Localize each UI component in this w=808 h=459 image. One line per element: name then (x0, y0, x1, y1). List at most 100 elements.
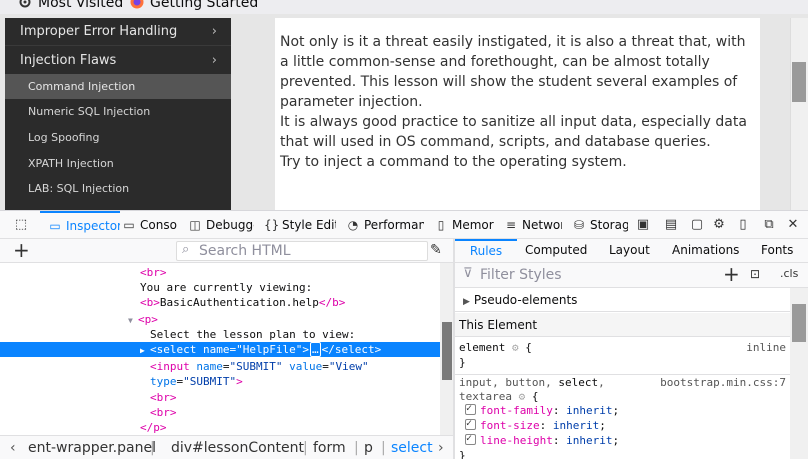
tab-network[interactable]: ≡ Network (504, 211, 562, 239)
rule-gear-icon[interactable]: ⚙ (519, 390, 526, 403)
debugger-icon: ◫ (189, 218, 201, 232)
tab-performance[interactable]: ◔ Performance (346, 211, 424, 239)
breadcrumb-separator: | (354, 440, 359, 456)
node-tag: </p> (140, 421, 167, 434)
rule-declaration[interactable]: font-size: inherit; (455, 416, 790, 433)
bookmark-getting-started[interactable]: Getting Started (130, 0, 258, 11)
page-scrollbar[interactable] (790, 18, 808, 210)
sidebar-subitem-log-spoofing[interactable]: Log Spoofing (5, 125, 231, 150)
toggle-classes-button[interactable]: .cls (780, 267, 798, 280)
breadcrumb-item[interactable]: ent-wrapper.panel (28, 436, 156, 459)
element-picker-icon[interactable]: ⬚ (14, 218, 28, 232)
tab-label: Performance (364, 218, 424, 232)
rule-declaration[interactable]: font-family: inherit; (455, 401, 790, 418)
markup-node-continuation[interactable]: type="SUBMIT"> (0, 374, 440, 389)
breadcrumb-scroll-right-icon[interactable]: › (438, 436, 444, 459)
node-attr-value: "SUBMIT" (183, 375, 237, 388)
tab-debugger[interactable]: ◫ Debugger (188, 211, 254, 239)
markup-node-selected[interactable]: ▶ <select name="HelpFile">… </select> (0, 342, 440, 357)
sidebar-item-label: Injection Flaws (20, 53, 117, 68)
markup-node[interactable]: </p> (0, 420, 440, 435)
element-rule-selector[interactable]: element ⚙ { inline (455, 340, 790, 355)
tab-label: Console (140, 218, 178, 232)
page-scrollbar-thumb[interactable] (792, 62, 806, 102)
rules-scrollbar-thumb[interactable] (792, 304, 806, 342)
markup-node[interactable]: ▼ <p> (0, 312, 440, 327)
declaration-value: inherit (566, 434, 613, 447)
sidebar-subitem-command-injection[interactable]: Command Injection (5, 74, 231, 99)
twisty-expanded-icon[interactable]: ▼ (128, 313, 138, 328)
filter-styles-input[interactable] (480, 265, 710, 285)
tab-layout[interactable]: Layout (609, 239, 650, 262)
pseudo-elements-toggle[interactable]: ▶ Pseudo-elements (455, 288, 790, 312)
sidebar-item-improper-error-handling[interactable]: Improper Error Handling › (5, 18, 231, 46)
rule-source-link[interactable]: bootstrap.min.css:7 (660, 375, 786, 390)
rule-selector: element (459, 341, 506, 354)
markup-node[interactable]: <br> (0, 390, 440, 405)
node-tag: <p> (138, 313, 158, 326)
tab-memory[interactable]: ▯ Memory (434, 211, 494, 239)
tab-computed[interactable]: Computed (525, 239, 587, 262)
sidebar-subitem-xpath-injection[interactable]: XPATH Injection (5, 151, 231, 176)
tab-label: Storage (590, 218, 628, 232)
undock-window-icon[interactable]: ⧉ (762, 218, 776, 232)
screenshot-icon[interactable]: ▢ (690, 218, 704, 232)
breadcrumb-item-selected[interactable]: select (391, 436, 433, 459)
markup-node[interactable]: Select the lesson plan to view: (0, 327, 440, 342)
add-rule-icon[interactable]: + (723, 263, 740, 285)
twisty-collapsed-icon[interactable]: ▶ (140, 343, 150, 358)
split-console-icon[interactable]: ▤ (664, 218, 678, 232)
settings-gear-icon[interactable]: ⚙ (712, 218, 726, 232)
markup-node[interactable]: <b>BasicAuthentication.help</b> (0, 295, 440, 310)
bookmarks-toolbar: Most Visited Getting Started (0, 0, 808, 14)
close-icon[interactable]: ✕ (786, 218, 800, 232)
sidebar-item-injection-flaws[interactable]: Injection Flaws › (5, 47, 231, 75)
rule-gear-icon[interactable]: ⚙ (512, 341, 519, 354)
markup-node[interactable]: You are currently viewing: (0, 280, 440, 295)
collapsed-children-badge[interactable]: … (309, 342, 321, 357)
tab-fonts[interactable]: Fonts (761, 239, 793, 262)
rule-declaration[interactable]: line-height: inherit; (455, 431, 790, 448)
tab-style-editor[interactable]: {}Style Editor (264, 211, 336, 239)
bootstrap-rule-selector[interactable]: input, button, select, bootstrap.min.css… (455, 375, 790, 390)
tab-console[interactable]: ▭ Console (122, 211, 178, 239)
inspector-icon: ▭ (49, 219, 61, 233)
bookmark-most-visited[interactable]: Most Visited (18, 0, 123, 11)
eyedropper-icon[interactable]: ✎ (430, 242, 442, 258)
node-text: You are currently viewing: (140, 281, 313, 294)
node-attr: value (289, 360, 323, 373)
declaration-checkbox[interactable] (465, 401, 476, 416)
breadcrumb-scroll-left-icon[interactable]: ‹ (10, 436, 16, 459)
node-text: <br> (140, 266, 167, 279)
bootstrap-rule-selector-line2[interactable]: textarea ⚙ { (455, 389, 790, 404)
dock-side-icon[interactable]: ▯ (736, 218, 750, 232)
sidebar-subitem-numeric-sql-injection[interactable]: Numeric SQL Injection (5, 99, 231, 124)
lesson-paragraph: Not only is it a threat easily instigate… (280, 34, 746, 110)
breadcrumb-item[interactable]: form (313, 436, 346, 459)
breadcrumb: ‹ ent-wrapper.panel | div#lessonContent … (0, 435, 453, 459)
tab-animations[interactable]: Animations (672, 239, 739, 262)
bootstrap-rule-close: } (459, 449, 466, 459)
declaration-value: inherit (566, 404, 613, 417)
declaration-property: font-family (480, 404, 553, 417)
search-html-input[interactable] (199, 242, 419, 260)
tab-storage[interactable]: ⛁ Storage (572, 211, 628, 239)
gear-icon (18, 0, 32, 9)
declaration-checkbox[interactable] (465, 431, 476, 446)
responsive-design-icon[interactable]: ▣ (636, 218, 650, 232)
markup-node[interactable]: <br> (0, 405, 440, 420)
add-node-icon[interactable]: + (13, 240, 30, 260)
declaration-checkbox[interactable] (465, 416, 476, 431)
breadcrumb-item[interactable]: div#lessonContent (171, 436, 304, 459)
breadcrumb-separator: | (381, 440, 386, 456)
declaration-value: inherit (552, 419, 600, 432)
markup-node[interactable]: <input name="SUBMIT" value="View" (0, 359, 440, 374)
sidebar-subitem-lab-sql-injection[interactable]: LAB: SQL Injection (5, 176, 231, 201)
tab-rules[interactable]: Rules (455, 239, 517, 264)
breadcrumb-item[interactable]: p (364, 436, 373, 459)
markup-scrollbar-thumb[interactable] (442, 322, 452, 380)
tab-inspector[interactable]: ▭ Inspector (40, 211, 120, 241)
markup-node[interactable]: <br> (0, 265, 440, 280)
this-element-header: This Element (455, 313, 790, 337)
toggle-pseudo-classes-icon[interactable]: ⊡ (750, 267, 760, 281)
